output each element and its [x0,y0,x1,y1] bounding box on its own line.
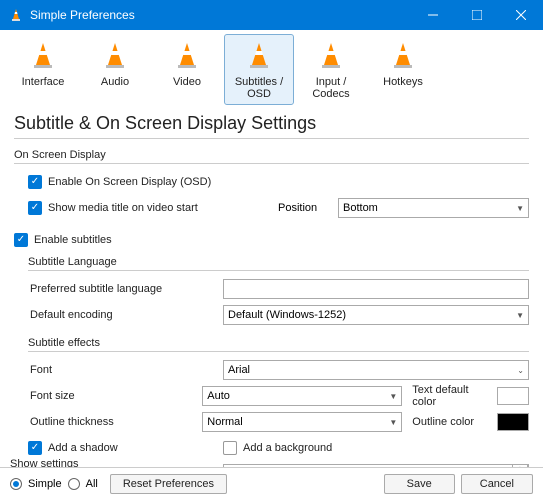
effects-group: Subtitle effects Font Arial⌄ Font size A… [14,335,529,486]
fontsize-label: Font size [28,390,202,402]
cone-icon [27,39,59,71]
shadow-label: Add a shadow [48,442,223,454]
chevron-down-icon: ▼ [516,204,524,213]
chevron-down-icon: ▼ [516,311,524,320]
tab-bar: Interface Audio Video Subtitles / OSD In… [0,30,543,105]
enable-subtitles-label: Enable subtitles [34,234,112,246]
enable-osd-checkbox[interactable] [28,175,42,189]
enable-osd-label: Enable On Screen Display (OSD) [48,176,211,188]
background-checkbox[interactable] [223,441,237,455]
osd-group: On Screen Display Enable On Screen Displ… [14,147,529,220]
osd-legend: On Screen Display [14,147,529,164]
maximize-button[interactable] [455,0,499,30]
save-button[interactable]: Save [384,474,455,494]
font-label: Font [28,364,223,376]
cancel-button[interactable]: Cancel [461,474,533,494]
effects-legend: Subtitle effects [28,335,529,352]
minimize-button[interactable] [411,0,455,30]
cone-icon [171,39,203,71]
encoding-label: Default encoding [28,309,223,321]
preferred-lang-input[interactable] [223,279,529,299]
background-label: Add a background [243,442,332,454]
tab-audio[interactable]: Audio [80,34,150,105]
page-title: Subtitle & On Screen Display Settings [14,113,529,139]
language-legend: Subtitle Language [28,254,529,271]
outline-select[interactable]: Normal▼ [202,412,402,432]
position-select[interactable]: Bottom▼ [338,198,529,218]
titlebar: Simple Preferences [0,0,543,30]
close-button[interactable] [499,0,543,30]
preferred-lang-label: Preferred subtitle language [28,283,223,295]
cone-icon [387,39,419,71]
outlinecolor-label: Outline color [402,416,492,428]
main-content: Subtitle & On Screen Display Settings On… [0,105,543,486]
simple-radio-label: Simple [28,478,62,490]
chevron-down-icon: ▼ [389,392,397,401]
simple-radio[interactable] [10,478,22,490]
font-select[interactable]: Arial⌄ [223,360,529,380]
textcolor-label: Text default color [402,384,492,408]
cone-icon [315,39,347,71]
cone-icon [99,39,131,71]
fontsize-select[interactable]: Auto▼ [202,386,402,406]
textcolor-swatch[interactable] [497,387,529,405]
show-settings-group: Simple All Reset Preferences [10,474,227,494]
show-title-checkbox[interactable] [28,201,42,215]
all-radio-label: All [86,478,98,490]
shadow-checkbox[interactable] [28,441,42,455]
language-group: Subtitle Language Preferred subtitle lan… [14,254,529,327]
outlinecolor-swatch[interactable] [497,413,529,431]
chevron-down-icon: ⌄ [517,366,524,375]
cone-icon [243,39,275,71]
app-icon [8,7,24,23]
tab-subtitles-osd[interactable]: Subtitles / OSD [224,34,294,105]
footer: Simple All Reset Preferences Save Cancel [0,467,543,500]
tab-interface[interactable]: Interface [8,34,78,105]
all-radio[interactable] [68,478,80,490]
position-label: Position [278,202,338,214]
window-title: Simple Preferences [30,8,411,22]
enable-subtitles-checkbox[interactable] [14,233,28,247]
outline-label: Outline thickness [28,416,202,428]
tab-hotkeys[interactable]: Hotkeys [368,34,438,105]
tab-video[interactable]: Video [152,34,222,105]
show-title-label: Show media title on video start [48,202,278,214]
chevron-down-icon: ▼ [389,418,397,427]
tab-input-codecs[interactable]: Input / Codecs [296,34,366,105]
reset-button[interactable]: Reset Preferences [110,474,227,494]
encoding-select[interactable]: Default (Windows-1252)▼ [223,305,529,325]
